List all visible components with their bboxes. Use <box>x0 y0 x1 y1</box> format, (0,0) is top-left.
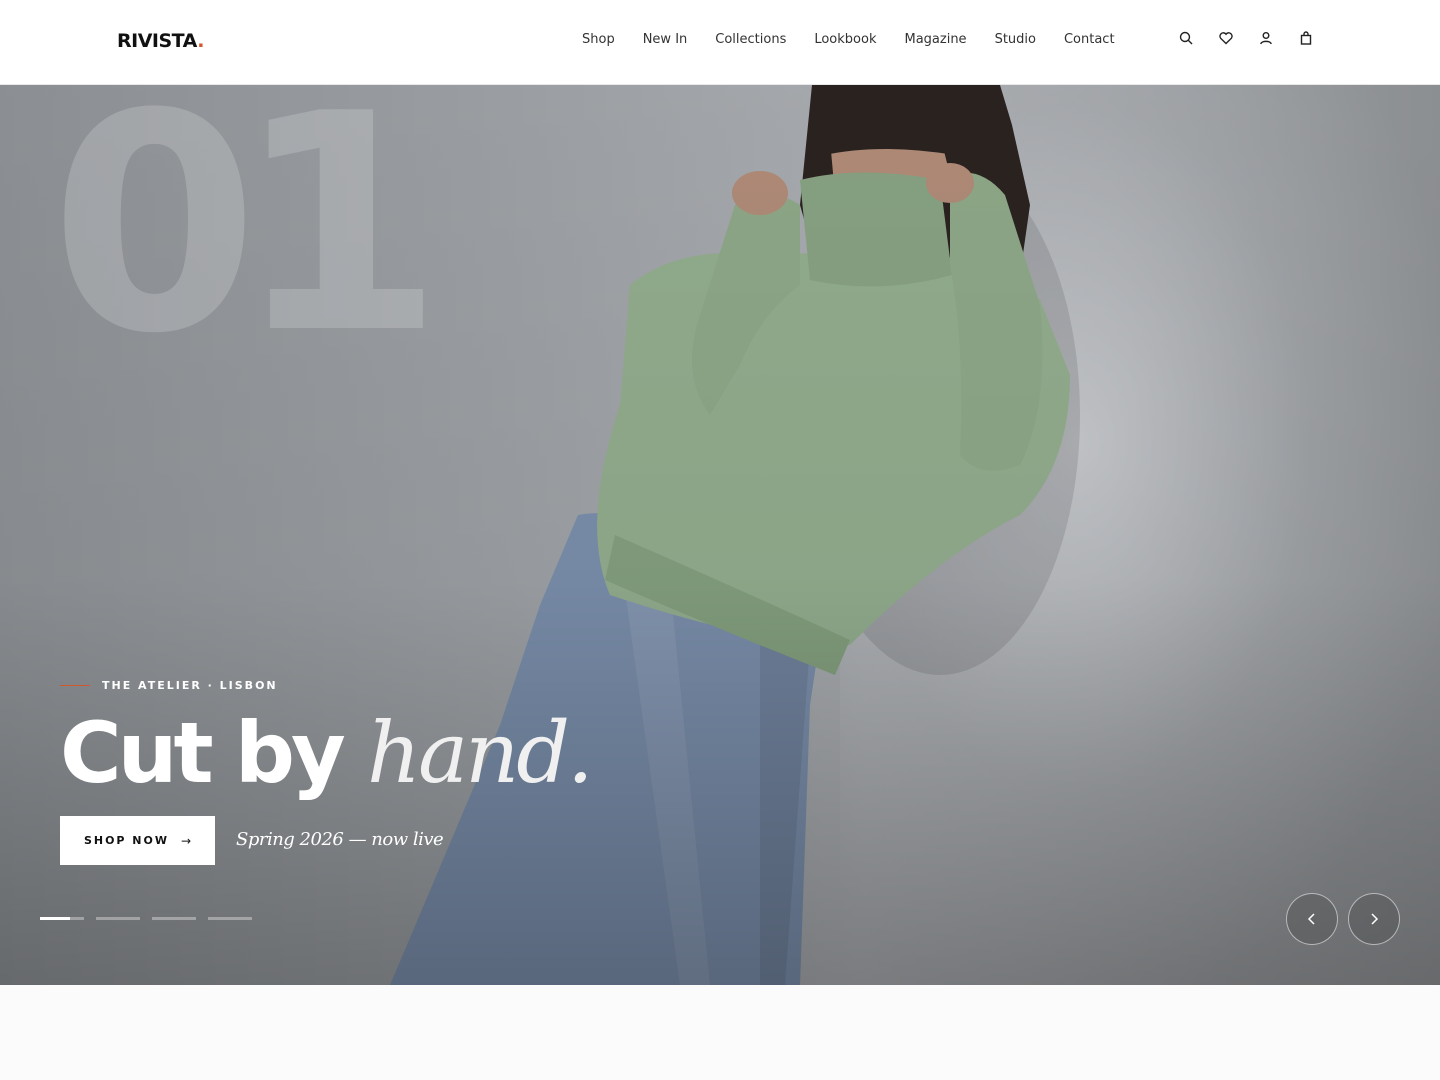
brand-logo[interactable]: RIVISTA. <box>117 30 204 52</box>
user-icon[interactable] <box>1256 28 1276 48</box>
eyebrow-text: THE ATELIER · LISBON <box>102 679 278 692</box>
hero-eyebrow: THE ATELIER · LISBON <box>60 679 278 692</box>
shop-now-label: SHOP NOW <box>83 834 169 847</box>
hero-slider: 01 THE ATELIER · LISBON Cut by hand. SHO… <box>0 85 1440 985</box>
slide-indicator[interactable] <box>96 917 140 920</box>
main-nav: Shop New In Collections Lookbook Magazin… <box>582 32 1143 47</box>
heart-icon[interactable] <box>1216 28 1236 48</box>
slide-indicator[interactable] <box>152 917 196 920</box>
nav-item-studio[interactable]: Studio <box>995 32 1036 47</box>
slide-progress-fill <box>40 917 70 920</box>
nav-item-collections[interactable]: Collections <box>715 32 786 47</box>
nav-item-new-in[interactable]: New In <box>643 32 688 47</box>
headline-italic: hand. <box>366 704 594 802</box>
headline-main: Cut by <box>60 704 367 802</box>
nav-item-contact[interactable]: Contact <box>1064 32 1115 47</box>
page-below-fold <box>0 985 1440 1080</box>
slide-indicators <box>40 917 264 920</box>
hero-headline: Cut by hand. <box>60 704 594 802</box>
hero-tagline: Spring 2026 — now live <box>236 829 444 850</box>
search-icon[interactable] <box>1176 28 1196 48</box>
arrow-right-icon: → <box>181 833 192 848</box>
slide-indicator[interactable] <box>208 917 252 920</box>
prev-slide-button[interactable] <box>1286 893 1338 945</box>
nav-item-magazine[interactable]: Magazine <box>904 32 966 47</box>
chevron-left-icon <box>1307 913 1315 925</box>
bag-icon[interactable] <box>1296 28 1316 48</box>
eyebrow-accent-line <box>60 685 90 686</box>
header-actions <box>1176 28 1336 48</box>
shop-now-button[interactable]: SHOP NOW → <box>60 816 215 865</box>
chevron-right-icon <box>1371 913 1379 925</box>
slide-number: 01 <box>50 85 444 399</box>
nav-item-lookbook[interactable]: Lookbook <box>814 32 876 47</box>
next-slide-button[interactable] <box>1348 893 1400 945</box>
nav-item-shop[interactable]: Shop <box>582 32 615 47</box>
slide-indicator[interactable] <box>40 917 84 920</box>
site-header: RIVISTA. Shop New In Collections Lookboo… <box>0 0 1440 85</box>
